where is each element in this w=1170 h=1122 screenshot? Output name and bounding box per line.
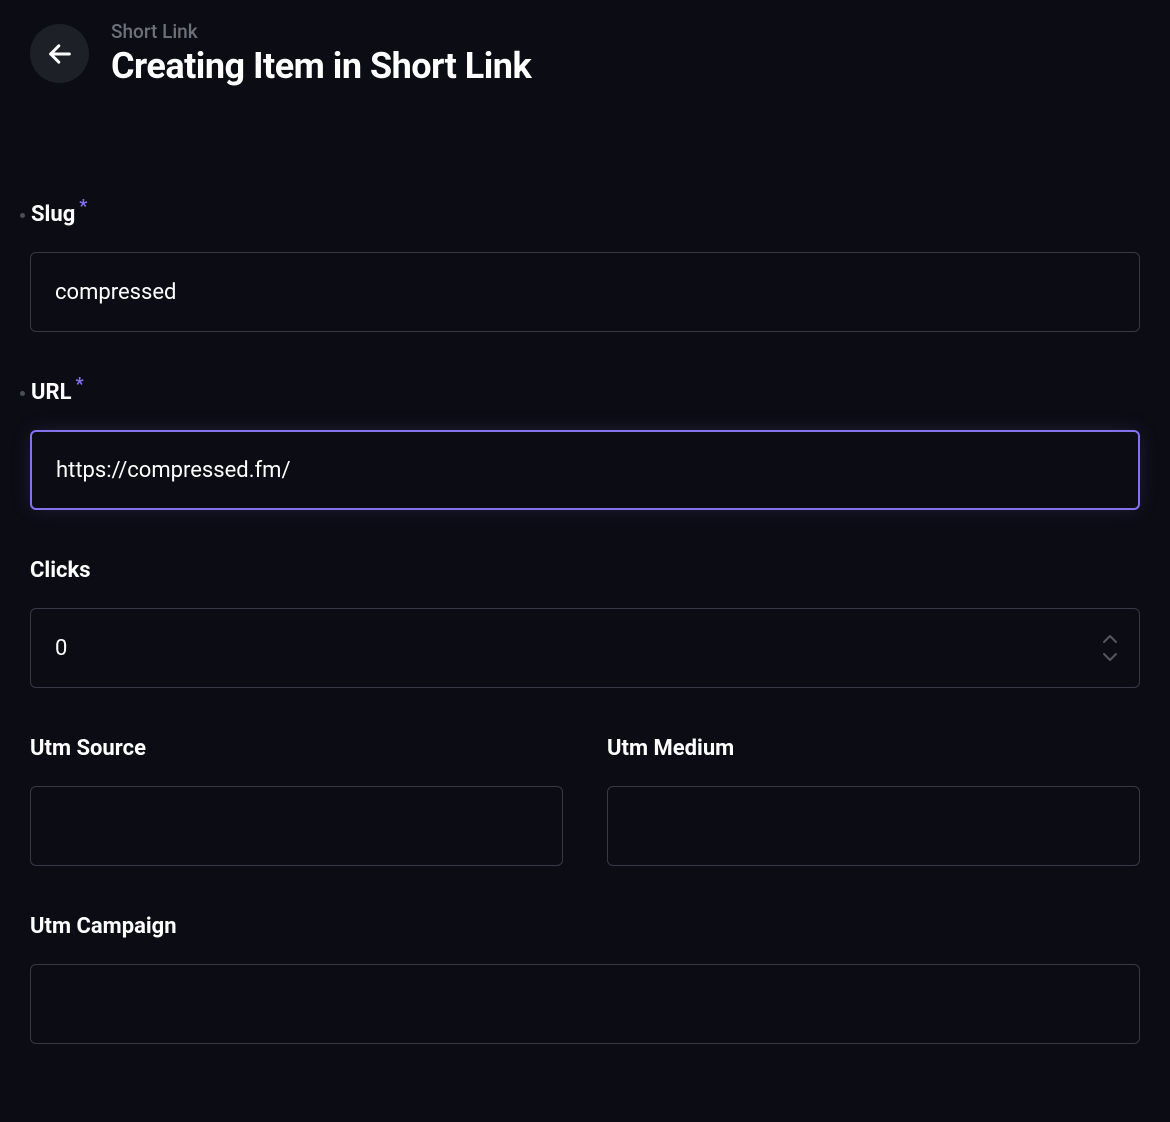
utm-source-label: Utm Source (30, 736, 146, 761)
field-group-utm-source: Utm Source (30, 736, 563, 866)
stepper-down-button[interactable] (1100, 650, 1120, 664)
edit-indicator-dot (20, 213, 25, 218)
field-group-clicks: Clicks (30, 558, 1140, 688)
required-mark: * (76, 374, 84, 395)
field-group-utm-campaign: Utm Campaign (30, 914, 1140, 1044)
utm-medium-label: Utm Medium (607, 736, 734, 761)
url-input[interactable] (30, 430, 1140, 510)
clicks-input[interactable] (30, 608, 1140, 688)
slug-input[interactable] (30, 252, 1140, 332)
utm-campaign-input[interactable] (30, 964, 1140, 1044)
field-label-wrapper: Utm Source (30, 736, 563, 761)
field-label-wrapper: Utm Medium (607, 736, 1140, 761)
field-label-wrapper: Clicks (30, 558, 1140, 583)
required-mark: * (79, 196, 87, 217)
utm-medium-input[interactable] (607, 786, 1140, 866)
field-group-utm-medium: Utm Medium (607, 736, 1140, 866)
form-container: Slug * URL * Clicks (0, 107, 1170, 1122)
chevron-up-icon (1102, 634, 1118, 644)
field-label-wrapper: Slug * (30, 202, 1140, 227)
header-text: Short Link Creating Item in Short Link (111, 20, 531, 87)
page-title: Creating Item in Short Link (111, 45, 531, 87)
back-button[interactable] (30, 24, 89, 83)
page-header: Short Link Creating Item in Short Link (0, 0, 1170, 107)
field-label-wrapper: Utm Campaign (30, 914, 1140, 939)
field-group-slug: Slug * (30, 202, 1140, 332)
field-group-url: URL * (30, 380, 1140, 510)
utm-campaign-label: Utm Campaign (30, 914, 177, 939)
edit-indicator-dot (20, 391, 25, 396)
slug-label: Slug (31, 202, 75, 227)
arrow-left-icon (46, 40, 74, 68)
field-label-wrapper: URL * (30, 380, 1140, 405)
utm-source-input[interactable] (30, 786, 563, 866)
field-row-utm: Utm Source Utm Medium (30, 736, 1140, 866)
stepper-up-button[interactable] (1100, 632, 1120, 646)
stepper-controls (1100, 632, 1120, 664)
chevron-down-icon (1102, 652, 1118, 662)
url-label: URL (31, 380, 72, 405)
clicks-label: Clicks (30, 558, 91, 583)
number-input-wrapper (30, 608, 1140, 688)
breadcrumb: Short Link (111, 20, 531, 43)
